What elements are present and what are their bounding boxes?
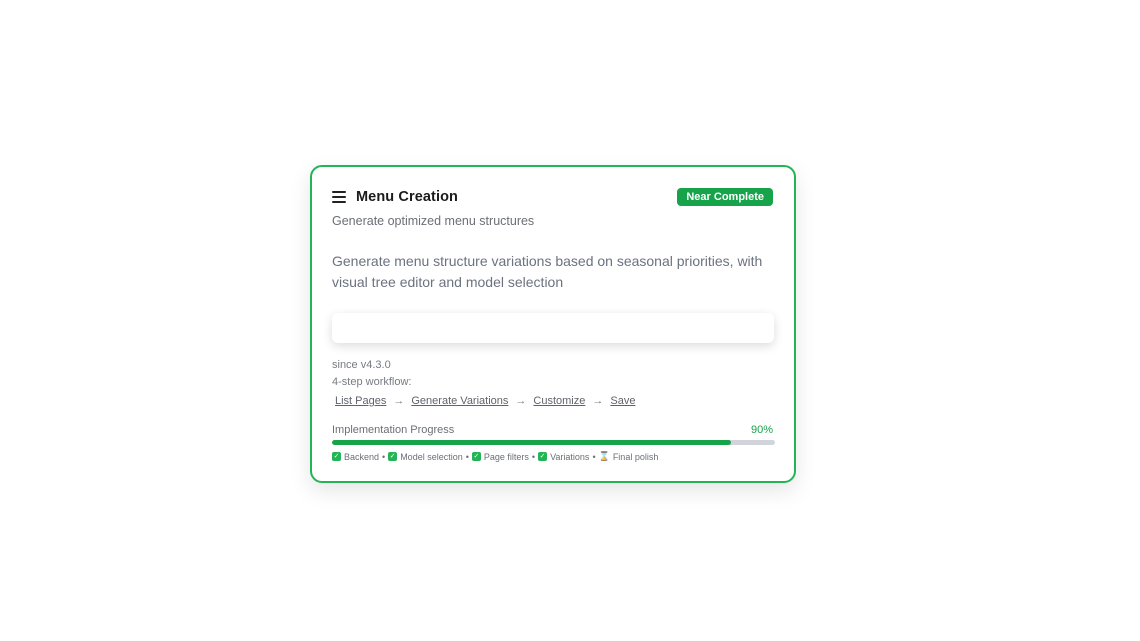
menu-icon[interactable] <box>332 191 346 203</box>
card-header: Menu Creation <box>332 189 458 205</box>
check-icon: ✓ <box>538 452 548 461</box>
checklist: ✓ Backend • ✓ Model selection • ✓ Page f… <box>332 451 658 462</box>
workflow-label: 4-step workflow: <box>332 376 412 388</box>
arrow-right-icon: → <box>515 395 527 407</box>
step-generate-variations[interactable]: Generate Variations <box>411 395 508 407</box>
check-icon: ✓ <box>332 452 341 461</box>
workflow-steps: List Pages → Generate Variations → Custo… <box>335 395 635 407</box>
hourglass-icon: ⌛ <box>598 451 610 461</box>
status-badge: Near Complete <box>677 188 773 206</box>
version-label: since v4.3.0 <box>332 359 391 371</box>
check-icon: ✓ <box>388 452 398 461</box>
progress-percent: 90% <box>750 424 773 436</box>
separator: • <box>592 451 596 462</box>
card-description: Generate menu structure variations based… <box>332 253 763 290</box>
checklist-item: ✓ Variations <box>538 452 589 462</box>
separator: • <box>465 451 469 462</box>
checklist-item: ✓ Model selection <box>388 452 463 462</box>
arrow-right-icon: → <box>393 395 405 407</box>
checklist-item-label: Page filters <box>483 451 529 462</box>
separator: • <box>382 451 386 462</box>
progress-fill <box>332 440 731 445</box>
checklist-item-label: Final polish <box>612 451 659 462</box>
step-list-pages[interactable]: List Pages <box>335 395 386 407</box>
feature-card: Menu Creation Near Complete Generate opt… <box>310 165 796 483</box>
progress-bar <box>332 440 775 445</box>
checklist-item: ⌛ Final polish <box>599 451 659 462</box>
checklist-item-label: Backend <box>344 451 380 462</box>
step-customize[interactable]: Customize <box>533 395 585 407</box>
card-subtitle: Generate optimized menu structures <box>332 214 535 228</box>
separator: • <box>531 451 536 462</box>
checklist-item-label: Variations <box>550 451 590 462</box>
checklist-item-label: Model selection <box>400 451 463 462</box>
step-save[interactable]: Save <box>610 395 635 407</box>
card-title: Menu Creation <box>356 189 458 205</box>
checklist-item: ✓ Page filters <box>471 451 529 462</box>
checklist-item: ✓ Backend <box>332 452 379 462</box>
progress-label: Implementation Progress <box>332 424 455 436</box>
arrow-right-icon: → <box>592 395 604 407</box>
action-button[interactable] <box>332 313 774 343</box>
check-icon: ✓ <box>471 452 481 461</box>
